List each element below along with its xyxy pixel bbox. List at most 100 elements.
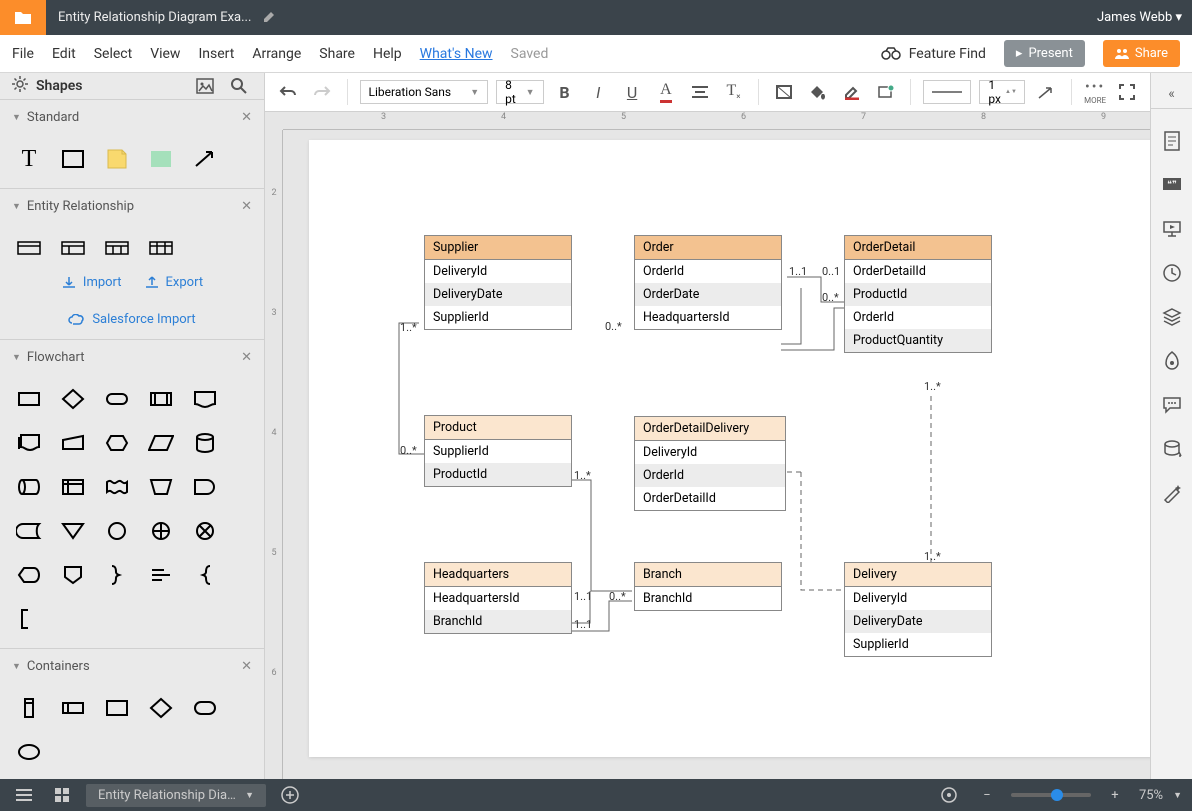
cat-containers-header[interactable]: ▼Containers✕ [0, 649, 264, 683]
line-style-select[interactable] [923, 80, 971, 104]
shape-fc-internal[interactable] [56, 470, 90, 504]
data-icon[interactable] [1160, 437, 1184, 461]
menu-insert[interactable]: Insert [198, 46, 234, 62]
close-icon[interactable]: ✕ [241, 659, 252, 674]
shape-fc-tape[interactable] [100, 470, 134, 504]
shape-fc-prep[interactable] [100, 426, 134, 460]
history-icon[interactable] [1160, 261, 1184, 285]
fill-color-button[interactable] [805, 78, 831, 106]
fullscreen-button[interactable] [1114, 78, 1140, 106]
menu-arrange[interactable]: Arrange [252, 46, 301, 62]
shape-cont-1[interactable] [12, 691, 46, 725]
entity-headquarters[interactable]: Headquarters HeadquartersId BranchId [424, 562, 572, 634]
shape-fc-manualop[interactable] [144, 470, 178, 504]
shape-style-button[interactable] [873, 78, 899, 106]
shape-fc-note[interactable] [144, 558, 178, 592]
line-width-select[interactable]: 1 px▲▼ [979, 80, 1025, 104]
doc-title[interactable]: Entity Relationship Diagram Exa... [58, 10, 251, 25]
chat-icon[interactable] [1160, 393, 1184, 417]
entity-product[interactable]: Product SupplierId ProductId [424, 415, 572, 487]
menu-help[interactable]: Help [373, 46, 402, 62]
shape-fc-connector[interactable] [100, 514, 134, 548]
shape-fc-directdata[interactable] [12, 470, 46, 504]
undo-button[interactable] [275, 78, 301, 106]
close-icon[interactable]: ✕ [241, 350, 252, 365]
menu-file[interactable]: File [12, 46, 34, 62]
export-link[interactable]: Export [144, 275, 204, 290]
shape-fc-bracket[interactable] [12, 602, 46, 636]
shape-text[interactable]: T [12, 142, 46, 176]
present-icon[interactable] [1160, 217, 1184, 241]
collapse-right-panel[interactable]: « [1151, 79, 1192, 109]
shape-cont-6[interactable] [12, 735, 46, 769]
shape-fc-merge[interactable] [56, 514, 90, 548]
zoom-slider[interactable] [1011, 793, 1091, 797]
italic-button[interactable]: I [585, 78, 611, 106]
shape-fc-manualinput[interactable] [56, 426, 90, 460]
zoom-in-button[interactable]: + [1101, 781, 1129, 809]
search-icon[interactable] [226, 73, 252, 99]
shape-fc-data[interactable] [144, 426, 178, 460]
close-icon[interactable]: ✕ [241, 199, 252, 214]
page[interactable]: 1..* 0..* 1..* 1..1 1..1 0..* 0..* 1..1 … [309, 140, 1150, 757]
sf-import-link[interactable]: Salesforce Import [68, 312, 195, 327]
shape-fc-doc2[interactable] [12, 426, 46, 460]
shape-fc-terminal[interactable] [100, 382, 134, 416]
shape-fc-delay[interactable] [188, 470, 222, 504]
image-icon[interactable] [192, 73, 218, 99]
shape-fc-brace-r[interactable] [100, 558, 134, 592]
comments-icon[interactable]: ❝❞ [1160, 173, 1184, 197]
font-size-select[interactable]: 8 pt▼ [496, 80, 543, 104]
share-button[interactable]: Share [1103, 40, 1180, 67]
shape-erd-4[interactable] [144, 231, 178, 265]
shape-block[interactable] [144, 142, 178, 176]
zoom-fit-button[interactable] [935, 781, 963, 809]
shape-erd-1[interactable] [12, 231, 46, 265]
rename-icon[interactable] [263, 9, 277, 27]
line-arrow-button[interactable] [1033, 78, 1059, 106]
shape-arrow[interactable] [188, 142, 222, 176]
import-link[interactable]: Import [61, 275, 122, 290]
canvas-area[interactable]: 3 4 5 6 7 8 9 2 3 4 5 6 [265, 112, 1150, 779]
cat-standard-header[interactable]: ▼Standard✕ [0, 100, 264, 134]
grid-view-icon[interactable] [48, 781, 76, 809]
shape-cont-4[interactable] [144, 691, 178, 725]
shape-fc-process[interactable] [12, 382, 46, 416]
align-button[interactable] [687, 78, 713, 106]
entity-order[interactable]: Order OrderId OrderDate HeadquartersId [634, 235, 782, 330]
menu-select[interactable]: Select [94, 46, 132, 62]
shape-fc-display[interactable] [12, 558, 46, 592]
shape-cont-3[interactable] [100, 691, 134, 725]
layers-icon[interactable] [1160, 305, 1184, 329]
shape-fill-button[interactable] [771, 78, 797, 106]
menu-view[interactable]: View [150, 46, 180, 62]
cat-entity-rel-header[interactable]: ▼Entity Relationship✕ [0, 189, 264, 223]
more-button[interactable]: •••MORE [1084, 79, 1106, 105]
shape-fc-stored[interactable] [12, 514, 46, 548]
font-select[interactable]: Liberation Sans▼ [360, 80, 489, 104]
bold-button[interactable]: B [552, 78, 578, 106]
shape-fc-predef[interactable] [144, 382, 178, 416]
shape-fc-brace-l[interactable] [188, 558, 222, 592]
redo-button[interactable] [309, 78, 335, 106]
text-color-button[interactable]: A [653, 78, 679, 106]
list-view-icon[interactable] [10, 781, 38, 809]
zoom-out-button[interactable]: − [973, 781, 1001, 809]
shape-fc-offpage[interactable] [56, 558, 90, 592]
shape-fc-doc[interactable] [188, 382, 222, 416]
gear-icon[interactable] [12, 76, 28, 96]
menu-share[interactable]: Share [319, 46, 355, 62]
shape-rect[interactable] [56, 142, 90, 176]
shape-fc-decision[interactable] [56, 382, 90, 416]
feature-find[interactable]: Feature Find [881, 46, 986, 62]
entity-branch[interactable]: Branch BranchId [634, 562, 782, 611]
shape-fc-sum[interactable] [188, 514, 222, 548]
shape-erd-2[interactable] [56, 231, 90, 265]
shape-note[interactable] [100, 142, 134, 176]
entity-delivery[interactable]: Delivery DeliveryId DeliveryDate Supplie… [844, 562, 992, 657]
zoom-menu[interactable]: ▼ [1173, 790, 1182, 801]
themes-icon[interactable] [1160, 349, 1184, 373]
folder-icon[interactable] [0, 0, 46, 35]
menu-whats-new[interactable]: What's New [420, 46, 493, 62]
magic-icon[interactable] [1160, 481, 1184, 505]
